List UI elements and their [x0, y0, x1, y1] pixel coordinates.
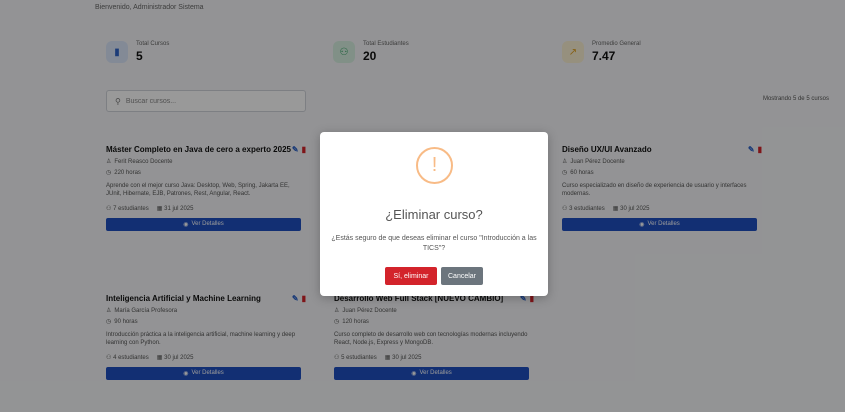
confirm-delete-button[interactable]: Sí, eliminar [385, 267, 437, 285]
dialog-text: ¿Estás seguro de que deseas eliminar el … [331, 235, 537, 252]
delete-confirm-dialog: ! ¿Eliminar curso? ¿Estás seguro de que … [320, 132, 548, 296]
cancel-button[interactable]: Cancelar [441, 267, 483, 285]
warning-icon: ! [416, 147, 453, 184]
dialog-title: ¿Eliminar curso? [385, 207, 483, 222]
